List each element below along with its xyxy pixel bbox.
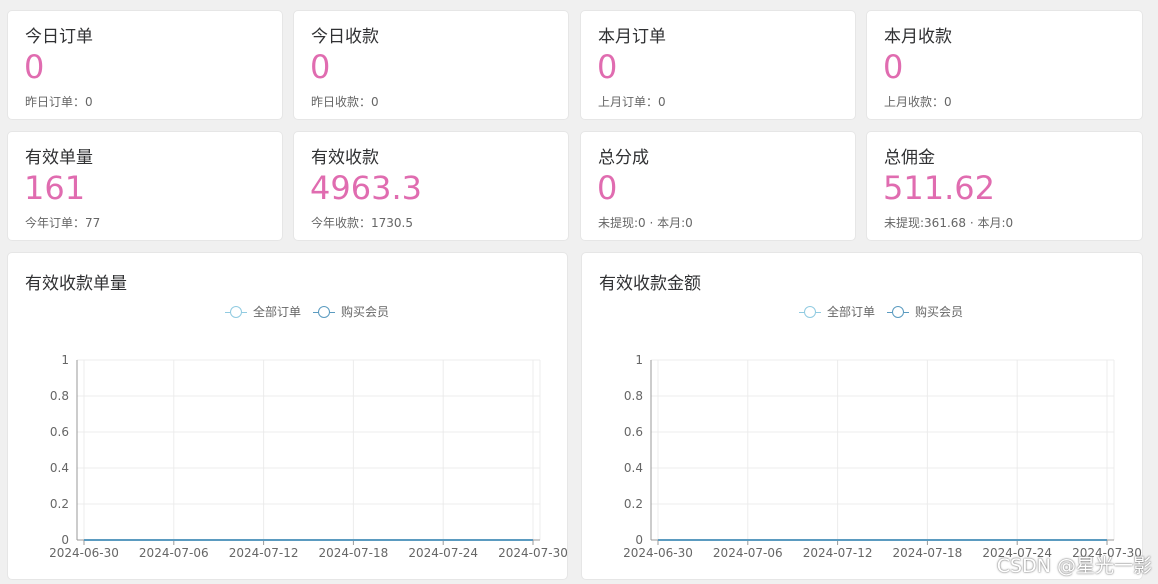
stat-subtext: 昨日订单：0 <box>25 95 93 109</box>
stat-value: 161 <box>24 169 86 207</box>
stat-subtext: 上月收款：0 <box>884 95 952 109</box>
x-tick-label: 2024-07-12 <box>229 546 299 560</box>
y-tick-label: 0 <box>61 533 69 547</box>
stat-card-total-commission: 总佣金 511.62 未提现:361.68 · 本月:0 <box>866 131 1143 241</box>
y-tick-label: 0.2 <box>50 497 69 511</box>
x-tick-label: 2024-07-30 <box>498 546 568 560</box>
stat-value: 0 <box>597 169 618 207</box>
stat-subtext: 未提现:0 · 本月:0 <box>598 216 693 230</box>
stat-value: 0 <box>24 48 45 86</box>
stat-card-today-orders: 今日订单 0 昨日订单：0 <box>7 10 283 120</box>
x-tick-label: 2024-07-06 <box>713 546 783 560</box>
y-tick-label: 0.6 <box>624 425 643 439</box>
stat-subtext: 昨日收款：0 <box>311 95 379 109</box>
stat-title: 有效收款 <box>311 148 379 168</box>
stat-subtext: 今年订单：77 <box>25 216 101 230</box>
stat-title: 本月订单 <box>598 27 666 47</box>
stat-card-total-share: 总分成 0 未提现:0 · 本月:0 <box>580 131 856 241</box>
y-tick-label: 0.4 <box>624 461 643 475</box>
y-tick-label: 0.8 <box>50 389 69 403</box>
stat-subtext: 未提现:361.68 · 本月:0 <box>884 216 1014 230</box>
x-tick-label: 2024-07-24 <box>408 546 478 560</box>
stat-value: 0 <box>883 48 904 86</box>
y-tick-label: 0.4 <box>50 461 69 475</box>
y-tick-label: 0 <box>635 533 643 547</box>
stat-value: 4963.3 <box>310 169 422 207</box>
stat-title: 本月收款 <box>884 27 952 47</box>
stat-card-month-payments: 本月收款 0 上月收款：0 <box>866 10 1143 120</box>
x-tick-label: 2024-06-30 <box>623 546 693 560</box>
chart-card-order-count: 有效收款单量 全部订单 购买会员 0 0.2 0.4 0.6 0.8 1 2024-06-3… <box>7 252 568 580</box>
line-chart: 0 0.2 0.4 0.6 0.8 1 2024-06-30 2024-07-06 2024-0… <box>49 353 568 560</box>
stat-title: 总分成 <box>598 148 649 168</box>
line-chart: 0 0.2 0.4 0.6 0.8 1 2024-06-30 2024-07-06 2024-0… <box>623 353 1142 560</box>
x-tick-label: 2024-07-18 <box>319 546 389 560</box>
stat-subtext: 上月订单：0 <box>598 95 666 109</box>
chart-card-payment-amount: 有效收款金额 全部订单 购买会员 0 0.2 0.4 0.6 0.8 1 2024-06-3… <box>581 252 1143 580</box>
watermark: CSDN @星光一影 <box>996 555 1152 577</box>
stat-card-today-payments: 今日收款 0 昨日收款：0 <box>293 10 569 120</box>
stat-title: 今日收款 <box>311 27 379 47</box>
y-tick-label: 0.2 <box>624 497 643 511</box>
stat-title: 今日订单 <box>25 27 93 47</box>
y-tick-label: 1 <box>635 353 643 367</box>
x-tick-label: 2024-07-12 <box>803 546 873 560</box>
y-tick-label: 1 <box>61 353 69 367</box>
stat-title: 有效单量 <box>25 148 93 168</box>
stat-card-valid-orders: 有效单量 161 今年订单：77 <box>7 131 283 241</box>
stat-value: 0 <box>597 48 618 86</box>
stat-card-valid-payments: 有效收款 4963.3 今年收款：1730.5 <box>293 131 569 241</box>
stat-title: 总佣金 <box>884 148 935 168</box>
x-tick-label: 2024-06-30 <box>49 546 119 560</box>
stat-subtext: 今年收款：1730.5 <box>311 216 413 230</box>
stat-card-month-orders: 本月订单 0 上月订单：0 <box>580 10 856 120</box>
x-tick-label: 2024-07-06 <box>139 546 209 560</box>
stat-value: 0 <box>310 48 331 86</box>
stat-value: 511.62 <box>883 169 995 207</box>
y-tick-label: 0.6 <box>50 425 69 439</box>
y-tick-label: 0.8 <box>624 389 643 403</box>
x-tick-label: 2024-07-18 <box>893 546 963 560</box>
